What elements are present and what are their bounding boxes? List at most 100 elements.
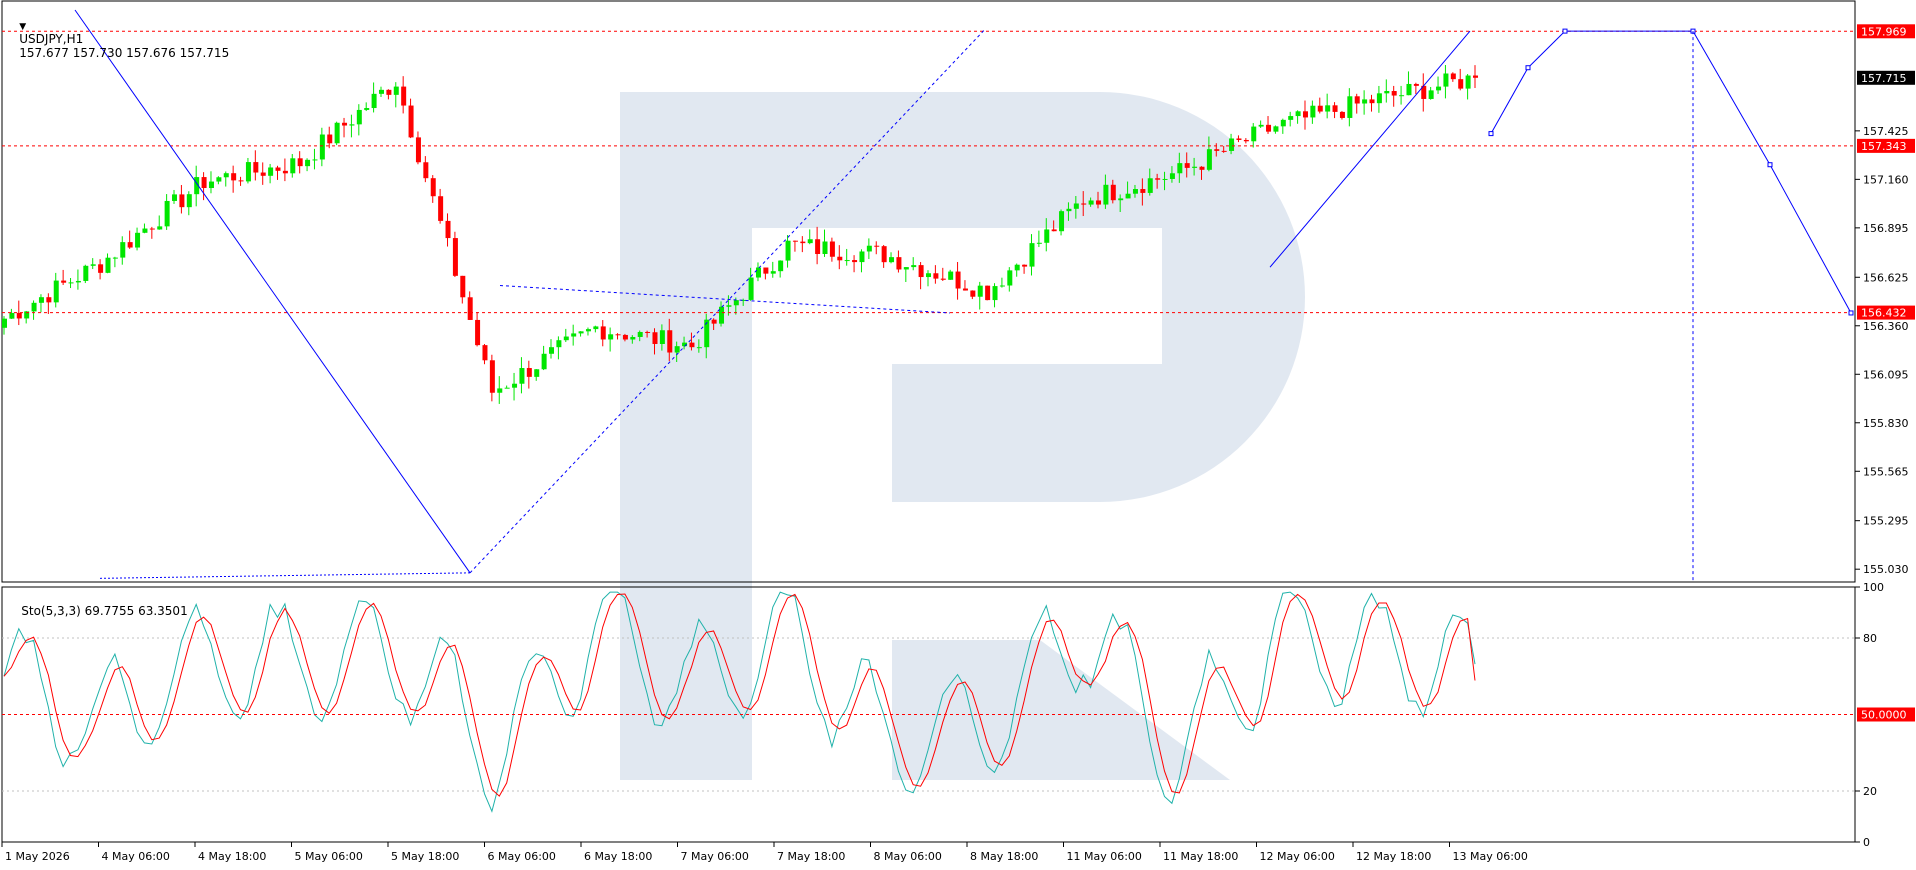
candle-body <box>452 238 458 276</box>
price-tick-label: 155.295 <box>1863 515 1909 528</box>
candle-body <box>1214 149 1220 151</box>
forecast-node <box>1767 162 1773 168</box>
candle-body <box>120 242 126 258</box>
candle-body <box>719 306 725 324</box>
candle-body <box>231 173 237 181</box>
candle-body <box>1473 75 1478 78</box>
candle-body <box>837 256 843 261</box>
triangle-down-icon[interactable]: ▼ <box>19 22 26 32</box>
candle-body <box>1384 91 1390 94</box>
candle-body <box>1199 166 1205 170</box>
candle-body <box>216 177 222 182</box>
candle-body <box>992 286 998 301</box>
candle-body <box>822 241 828 254</box>
candle-body <box>61 280 67 283</box>
candle-body <box>1081 203 1087 205</box>
stochastic-tick-label: 20 <box>1863 785 1877 798</box>
chart-root: 157.425 157.160 156.895 156.625 156.360 156.0… <box>0 0 1916 866</box>
candle-body <box>482 345 488 361</box>
price-tick-label: 156.360 <box>1863 320 1909 333</box>
candle-body <box>135 232 141 248</box>
candle-body <box>290 158 296 174</box>
candle-body <box>105 257 111 273</box>
price-tick-label: 155.030 <box>1863 563 1909 576</box>
candle-body <box>571 333 577 337</box>
candle-body <box>83 265 89 281</box>
candle-body <box>563 336 569 341</box>
candle-body <box>1007 270 1013 286</box>
candle-body <box>371 93 377 109</box>
candle-body <box>1022 264 1028 267</box>
candle-body <box>16 312 22 319</box>
candle-body <box>1096 200 1102 205</box>
candle-body <box>1339 111 1345 118</box>
candle-body <box>1036 242 1042 244</box>
price-tick-label: 157.425 <box>1863 125 1909 138</box>
time-tick-label: 5 May 06:00 <box>295 850 363 863</box>
candle-body <box>977 285 983 297</box>
candle-body <box>778 260 784 272</box>
candle-body <box>985 285 991 301</box>
forecast-node <box>1525 65 1531 71</box>
time-tick-label: 7 May 18:00 <box>777 850 845 863</box>
candle-body <box>31 302 37 312</box>
candle-body <box>312 159 318 161</box>
candle-body <box>1310 105 1316 118</box>
candle-body <box>1029 243 1035 267</box>
candle-body <box>430 178 436 197</box>
candle-body <box>1302 111 1308 118</box>
candle-body <box>1280 119 1286 127</box>
candle-body <box>970 290 976 297</box>
candle-body <box>157 226 163 230</box>
candle-body <box>1177 163 1183 174</box>
candle-body <box>393 86 399 95</box>
candle-body <box>1221 150 1227 152</box>
forecast-segment <box>1769 164 1852 314</box>
candle-body <box>659 330 665 344</box>
candle-body <box>53 280 59 303</box>
candle-body <box>726 305 732 307</box>
candle-body <box>1295 111 1301 117</box>
candle-body <box>75 280 81 283</box>
watermark-r-leg <box>892 640 1230 780</box>
candle-body <box>342 122 348 126</box>
time-tick-label: 1 May 2026 <box>5 850 70 863</box>
candle-body <box>696 347 702 349</box>
candle-body <box>268 167 274 176</box>
candle-body <box>1192 166 1198 168</box>
candle-body <box>1332 105 1338 112</box>
candle-body <box>999 285 1005 287</box>
candle-body <box>1266 124 1272 132</box>
candle-body <box>925 273 931 278</box>
candle-body <box>260 172 266 176</box>
candle-body <box>578 331 584 334</box>
candle-body <box>1110 184 1116 201</box>
candle-body <box>911 265 917 268</box>
price-tick-label: 156.095 <box>1863 368 1909 381</box>
candle-body <box>364 108 370 110</box>
candle-body <box>401 86 407 106</box>
candle-body <box>1413 83 1419 86</box>
time-tick-label: 6 May 18:00 <box>584 850 652 863</box>
chart-svg[interactable]: 157.425 157.160 156.895 156.625 156.360 156.0… <box>0 0 1916 866</box>
candle-body <box>940 278 946 280</box>
candle-body <box>186 194 192 208</box>
candle-body <box>245 162 251 182</box>
time-tick-label: 11 May 18:00 <box>1163 850 1238 863</box>
candle-body <box>1347 96 1353 118</box>
candle-body <box>38 297 44 303</box>
candle-body <box>1103 184 1109 205</box>
forecast-segment <box>1490 67 1529 134</box>
candle-body <box>667 330 673 353</box>
candle-body <box>955 271 961 289</box>
forecast-node <box>1562 28 1568 34</box>
candle-body <box>903 267 909 270</box>
candle-body <box>319 134 325 160</box>
candle-body <box>1118 198 1124 201</box>
candle-body <box>1399 95 1405 97</box>
candle-body <box>748 277 754 300</box>
candle-body <box>201 177 207 189</box>
forecast-node <box>1848 310 1854 316</box>
candle-body <box>615 334 621 336</box>
candle-body <box>1354 96 1360 104</box>
